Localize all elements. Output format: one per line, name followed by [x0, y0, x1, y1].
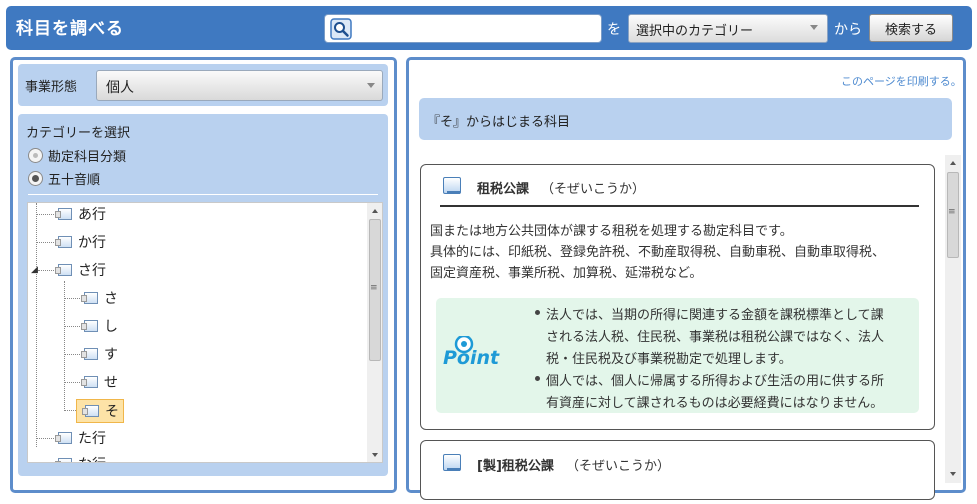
tree-connector: [64, 298, 80, 299]
radio-gojuon-order-label[interactable]: 五十音順: [48, 169, 100, 188]
search-button[interactable]: 検索する: [869, 14, 953, 42]
point-text-line: 税・住民税及び事業税勘定で処理します。: [546, 352, 792, 367]
tree-node-label: さ行: [78, 263, 106, 279]
tree-node-ka-row[interactable]: か行: [55, 231, 106, 253]
entry-description-line: 具体的には、印紙税、登録免許税、不動産取得税、自動車税、自動車取得税、: [430, 245, 886, 260]
document-icon: [81, 320, 98, 332]
tree-node-ta-row[interactable]: た行: [55, 427, 106, 449]
tree-node-label: か行: [78, 235, 106, 251]
divider: [28, 194, 378, 195]
entry-reading: （そぜいこうか）: [541, 182, 646, 197]
entry-term: [製]租税公課: [477, 459, 554, 474]
print-page-link[interactable]: このページを印刷する。: [841, 73, 962, 89]
tree-node-su[interactable]: す: [81, 343, 118, 365]
search-particle-wo: を: [607, 22, 621, 38]
tree-connector: [36, 203, 37, 447]
tree-connector: [36, 242, 54, 243]
entry-term: 租税公課: [477, 182, 530, 197]
point-text-line: 法人では、当期の所得に関連する金額を課税標準として課: [546, 308, 884, 323]
grip-icon: ≡: [370, 283, 378, 293]
scroll-down-icon[interactable]: [372, 453, 378, 457]
radio-account-classification-label[interactable]: 勘定科目分類: [48, 146, 126, 165]
category-scope-value: 選択中のカテゴリー: [636, 24, 754, 39]
point-logo-icon: Point: [443, 336, 500, 369]
tree-node-shi[interactable]: し: [81, 315, 118, 337]
document-icon: [81, 292, 98, 304]
grip-icon: ≡: [948, 207, 956, 217]
tree-node-so-selected[interactable]: そ: [76, 399, 124, 423]
document-icon: [55, 208, 72, 220]
tree-node-label: し: [104, 319, 118, 335]
document-icon: [55, 264, 72, 276]
tree-connector: [36, 214, 54, 215]
document-icon: [55, 458, 72, 462]
document-icon: [81, 376, 98, 388]
tree-connector: [64, 281, 65, 411]
scroll-up-icon[interactable]: [372, 209, 378, 213]
category-heading: カテゴリーを選択: [26, 126, 131, 141]
tree-connector: [64, 354, 80, 355]
expanded-arrow-icon[interactable]: ◢: [31, 265, 38, 275]
tree-connector: [36, 438, 54, 439]
document-icon: [82, 405, 99, 417]
tree-node-label: な行: [78, 454, 106, 462]
tree-node-a-row[interactable]: あ行: [55, 203, 106, 225]
search-input[interactable]: [356, 17, 596, 39]
bullet-icon: [535, 376, 540, 381]
document-icon: [55, 236, 72, 248]
entry-reading: （そぜいこうか）: [566, 459, 671, 474]
document-icon: [443, 177, 461, 194]
tree-node-label: さ: [104, 291, 118, 307]
tree-node-sa[interactable]: さ: [81, 287, 118, 309]
document-icon: [81, 348, 98, 360]
business-type-select[interactable]: [96, 70, 383, 101]
point-logo-text: Point: [443, 347, 500, 369]
tree-connector: [64, 382, 80, 383]
category-tree: ◢ あ行 か行 さ行 さ し す せ そ た行 な行 ≡: [27, 202, 383, 463]
entry-description-line: 国または地方公共団体が課する租税を処理する勘定科目です。: [430, 224, 793, 239]
document-icon: [55, 432, 72, 444]
radio-account-classification[interactable]: [28, 148, 43, 163]
point-text-line: 有資産に対して課されるものは必要経費にはなりません。: [546, 396, 884, 411]
tree-connector: [38, 270, 54, 271]
chevron-down-icon: [810, 25, 818, 30]
chevron-down-icon: [367, 83, 375, 88]
entry-description-line: 固定資産税、事業所税、加算税、延滞税など。: [430, 266, 703, 281]
tree-node-label: た行: [78, 431, 106, 447]
section-title: 『そ』からはじまる科目: [427, 115, 571, 130]
tree-connector: [64, 326, 80, 327]
scroll-up-icon[interactable]: [950, 161, 956, 165]
tree-node-label: す: [104, 347, 118, 363]
scroll-down-icon[interactable]: [950, 472, 956, 476]
point-text-line: される法人税、住民税、事業税は租税公課ではなく、法人: [546, 330, 885, 345]
tree-node-na-row[interactable]: な行: [55, 453, 106, 462]
search-icon: [330, 18, 352, 40]
tree-node-label: そ: [105, 404, 119, 420]
tree-node-label: あ行: [78, 207, 106, 223]
tree-node-label: せ: [104, 375, 118, 391]
divider: [440, 205, 919, 207]
business-type-value: 個人: [106, 80, 134, 96]
tree-node-sa-row[interactable]: さ行: [55, 259, 106, 281]
document-icon: [443, 454, 461, 471]
search-particle-kara: から: [834, 22, 862, 38]
radio-gojuon-order[interactable]: [28, 171, 43, 186]
business-type-label: 事業形態: [25, 80, 78, 95]
point-text-line: 個人では、個人に帰属する所得および生活の用に供する所: [546, 374, 885, 389]
page-title: 科目を調べる: [16, 19, 124, 39]
tree-node-se[interactable]: せ: [81, 371, 118, 393]
bullet-icon: [535, 310, 540, 315]
tree-connector: [64, 410, 76, 411]
